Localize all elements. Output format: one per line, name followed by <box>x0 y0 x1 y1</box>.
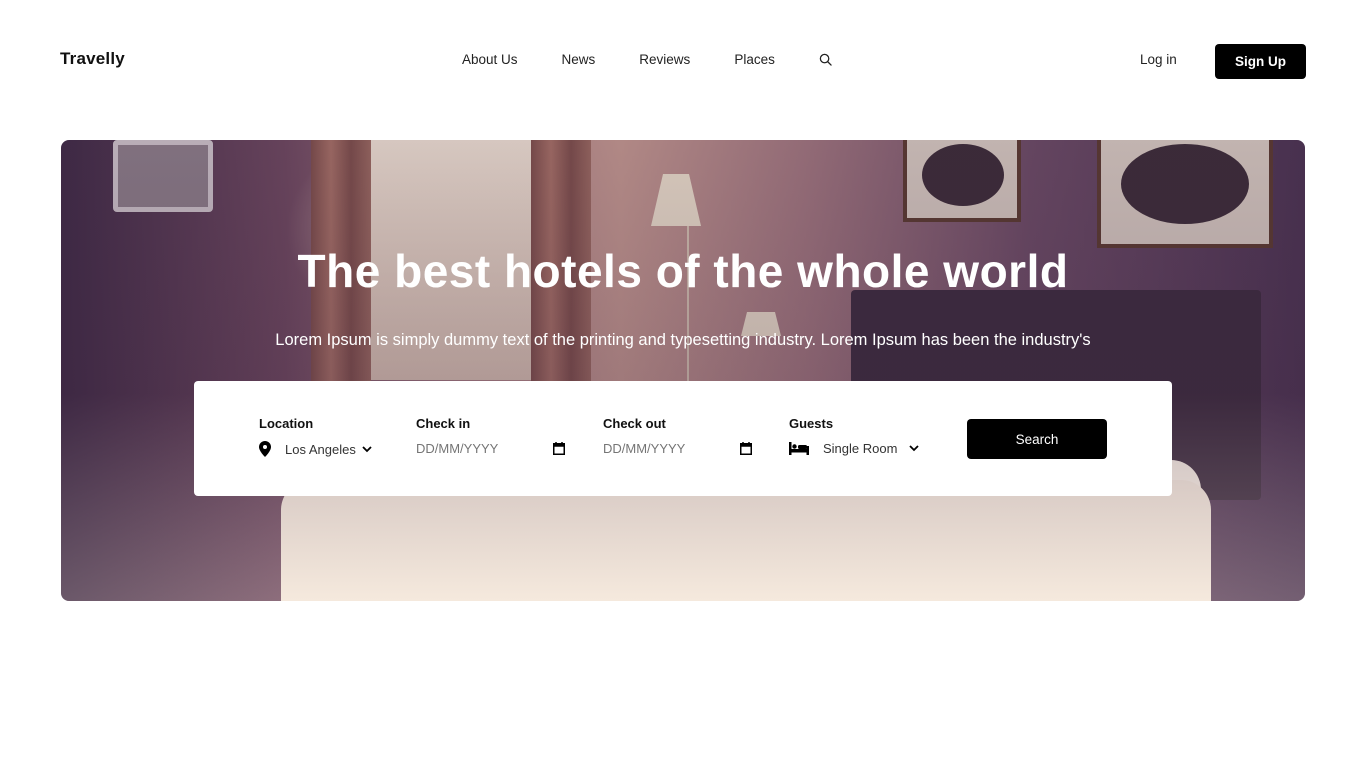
nav-item-reviews[interactable]: Reviews <box>639 52 690 67</box>
signup-button[interactable]: Sign Up <box>1215 44 1306 79</box>
main-nav: About Us News Reviews Places <box>462 52 833 67</box>
hero-subtitle: Lorem Ipsum is simply dummy text of the … <box>275 331 1091 349</box>
hero-banner: The best hotels of the whole world Lorem… <box>61 140 1305 601</box>
guests-field[interactable]: Guests Single Room <box>789 416 920 456</box>
nav-item-news[interactable]: News <box>562 52 596 67</box>
check-in-input[interactable] <box>416 441 546 456</box>
nav-item-about-us[interactable]: About Us <box>462 52 518 67</box>
guests-select-value[interactable]: Single Room <box>823 441 897 456</box>
chevron-down-icon[interactable] <box>909 445 920 452</box>
map-pin-icon <box>259 441 271 457</box>
guests-label: Guests <box>789 416 834 431</box>
login-link[interactable]: Log in <box>1140 52 1177 67</box>
check-out-field[interactable]: Check out <box>603 416 752 456</box>
location-label: Location <box>259 416 314 431</box>
booking-search-form: Location Los Angeles Check in DD/MM/YYYY… <box>194 381 1172 496</box>
hero-title: The best hotels of the whole world <box>297 245 1069 297</box>
check-out-label: Check out <box>603 416 666 431</box>
chevron-down-icon[interactable] <box>362 445 372 453</box>
location-select-value[interactable]: Los Angeles <box>285 442 356 457</box>
check-in-field[interactable]: Check in <box>416 416 565 456</box>
check-out-input[interactable] <box>603 441 733 456</box>
check-in-label: Check in <box>416 416 471 431</box>
calendar-icon[interactable] <box>553 442 565 455</box>
search-button[interactable]: Search <box>967 419 1107 459</box>
search-icon[interactable] <box>819 53 833 67</box>
calendar-icon[interactable] <box>740 442 752 455</box>
page: Travelly About Us News Reviews Places Lo… <box>0 0 1366 768</box>
nav-item-places[interactable]: Places <box>734 52 775 67</box>
location-field[interactable]: Location Los Angeles <box>259 416 372 457</box>
brand-logo[interactable]: Travelly <box>60 49 125 69</box>
bed-icon <box>789 442 809 455</box>
